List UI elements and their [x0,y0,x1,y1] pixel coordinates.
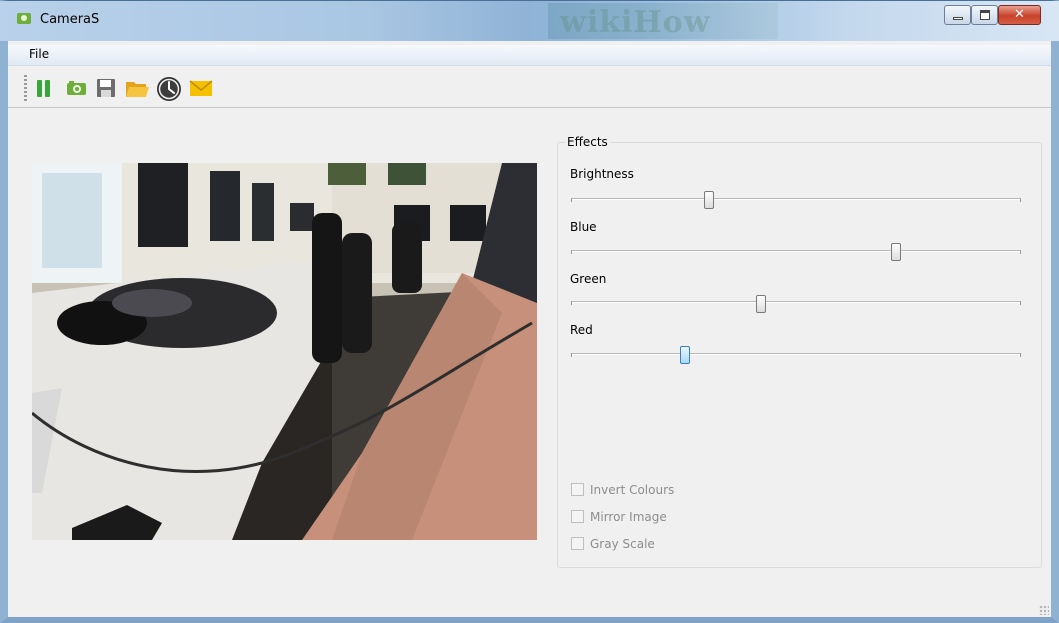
watermark-text: wikiHow [560,5,711,40]
toolbar [8,67,1051,108]
red-label: Red [570,323,593,337]
green-slider-handle[interactable] [756,295,766,313]
minimize-icon [953,17,963,20]
red-slider-handle[interactable] [680,346,690,364]
menu-bar: File [8,45,1051,66]
open-button[interactable] [124,76,149,100]
blue-slider-handle[interactable] [891,243,901,261]
gray-scale-label: Gray Scale [590,537,655,551]
brightness-slider-handle[interactable] [704,191,714,209]
app-window: wikiHow CameraS ✕ File Effects Brightnes… [0,0,1059,623]
close-button[interactable]: ✕ [998,5,1041,25]
envelope-icon [189,80,213,96]
green-slider-ticks [571,301,1021,305]
invert-colours-label: Invert Colours [590,483,675,497]
snapshot-button[interactable] [64,76,88,100]
green-label: Green [570,272,607,286]
mirror-image-label: Mirror Image [590,510,667,524]
pause-icon [37,80,50,97]
save-button[interactable] [94,76,118,100]
window-title: CameraS [40,12,100,27]
camera-preview [32,163,537,540]
effects-group-title: Effects [565,135,610,149]
email-button[interactable] [188,76,213,100]
maximize-icon [980,10,990,20]
resize-grip[interactable] [1039,605,1049,615]
gray-scale-checkbox[interactable] [571,537,584,550]
camera-app-icon [17,13,31,24]
floppy-disk-icon [97,79,115,97]
toolbar-grip[interactable] [24,75,27,101]
minimize-button[interactable] [944,5,971,25]
camera-icon [67,81,86,95]
maximize-button[interactable] [971,5,998,25]
blue-label: Blue [570,220,597,234]
timer-button[interactable] [156,76,181,101]
close-icon: ✕ [1014,7,1025,22]
clock-icon [157,77,181,101]
pause-button[interactable] [32,76,56,100]
invert-colours-checkbox[interactable] [571,483,584,496]
brightness-slider-ticks [571,198,1021,202]
blue-slider-ticks [571,250,1021,254]
menu-file[interactable]: File [26,47,52,61]
folder-icon [126,82,149,97]
title-bar[interactable]: wikiHow CameraS ✕ [0,1,1059,41]
red-slider-ticks [571,353,1021,357]
mirror-image-checkbox[interactable] [571,510,584,523]
brightness-label: Brightness [570,167,634,181]
camera-frame-image [32,163,537,540]
